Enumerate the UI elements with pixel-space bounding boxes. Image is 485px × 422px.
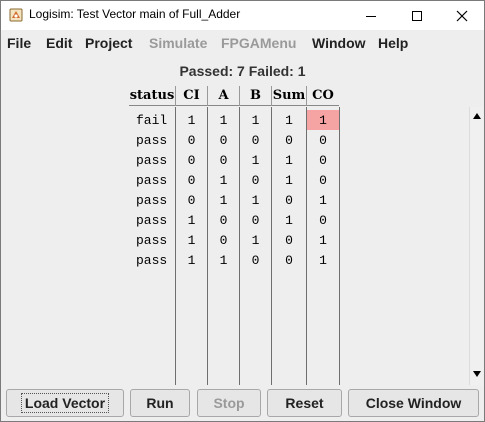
table-cell-co: 1 — [319, 252, 327, 268]
table-cell-ci: 0 — [187, 132, 196, 148]
stop-label: Stop — [213, 395, 245, 411]
table-cell-sum: 0 — [285, 132, 293, 148]
minimize-icon — [366, 15, 376, 17]
table-row: pass 0 0 1 1 0 — [129, 150, 339, 170]
table-cell-sum: 1 — [285, 172, 293, 188]
maximize-icon — [412, 10, 422, 21]
table-cell-sum: 0 — [285, 192, 293, 208]
table-cell-b: 1 — [251, 152, 260, 168]
table-cell-b: 1 — [251, 192, 260, 208]
minimize-button[interactable] — [348, 1, 394, 30]
table-cell-b: 1 — [251, 232, 260, 248]
table-cell-a: 0 — [219, 152, 228, 168]
table-body: fail 1 1 1 1 1 pass 0 0 0 0 0 pass 0 0 1 1 0 pass 0 1 0 1 0 pass… — [129, 107, 469, 385]
vertical-scrollbar[interactable] — [469, 107, 483, 385]
table-cell-b: 0 — [251, 252, 260, 268]
table-cell-a: 0 — [219, 212, 228, 228]
table-row: pass 1 1 0 0 1 — [129, 250, 339, 270]
menu-simulate[interactable]: Simulate — [149, 35, 207, 51]
table-cell-status: pass — [136, 252, 168, 268]
table-cell-ci: 1 — [187, 112, 196, 128]
window-title: Logisim: Test Vector main of Full_Adder — [29, 7, 241, 21]
table-cell-ci: 1 — [187, 212, 196, 228]
table-cell-status: pass — [136, 232, 168, 248]
table-cell-sum: 1 — [285, 112, 293, 128]
column-header-a[interactable]: A — [208, 86, 239, 106]
table-cell-sum: 0 — [285, 232, 293, 248]
table-cell-sum: 1 — [285, 152, 293, 168]
menu-file[interactable]: File — [7, 35, 31, 51]
load-vector-label: Load Vector — [20, 393, 110, 413]
column-header-status[interactable]: status — [129, 86, 175, 106]
table-cell-status: fail — [136, 112, 168, 128]
menu-project[interactable]: Project — [85, 35, 132, 51]
table-row: pass 1 0 1 0 1 — [129, 230, 339, 250]
table-cell-status: pass — [136, 192, 168, 208]
table-cell-a: 1 — [219, 252, 228, 268]
stop-button[interactable]: Stop — [197, 389, 261, 417]
scroll-down-arrow-icon[interactable] — [472, 367, 482, 381]
table-cell-b: 1 — [251, 112, 260, 128]
close-window-label: Close Window — [365, 395, 462, 411]
table-cell-b: 0 — [251, 212, 260, 228]
menu-edit[interactable]: Edit — [46, 35, 72, 51]
table-cell-ci: 1 — [187, 252, 196, 268]
reset-button[interactable]: Reset — [267, 389, 342, 417]
close-window-button[interactable]: Close Window — [348, 389, 479, 417]
table-cell-sum: 0 — [285, 252, 293, 268]
table-cell-b: 0 — [251, 172, 260, 188]
table-cell-a: 0 — [219, 132, 228, 148]
logisim-app-icon — [9, 8, 23, 22]
menu-fpgamenu[interactable]: FPGAMenu — [221, 35, 296, 51]
close-button[interactable] — [439, 1, 485, 30]
column-header-ci[interactable]: CI — [176, 86, 207, 106]
table-row: pass 1 0 0 1 0 — [129, 210, 339, 230]
table-cell-a: 0 — [219, 232, 228, 248]
close-icon — [456, 10, 468, 21]
table-cell-ci: 0 — [187, 172, 196, 188]
load-vector-button[interactable]: Load Vector — [6, 389, 124, 417]
test-vector-table: status CI A B Sum CO fail 1 1 1 1 1 pass 0 0 0 0 0 p… — [129, 86, 483, 385]
table-cell-a: 1 — [219, 112, 228, 128]
table-cell-co: 0 — [319, 172, 327, 188]
title-bar: Logisim: Test Vector main of Full_Adder — [1, 1, 484, 30]
table-cell-ci: 1 — [187, 232, 196, 248]
column-header-b[interactable]: B — [240, 86, 271, 106]
table-cell-co: 0 — [319, 152, 327, 168]
table-cell-status: pass — [136, 172, 168, 188]
table-cell-status: pass — [136, 152, 168, 168]
test-summary: Passed: 7 Failed: 1 — [179, 63, 306, 79]
menu-help[interactable]: Help — [378, 35, 408, 51]
column-header-co[interactable]: CO — [307, 86, 339, 106]
table-cell-status: pass — [136, 212, 168, 228]
table-cell-co: 1 — [307, 110, 339, 130]
menu-window[interactable]: Window — [312, 35, 366, 51]
table-cell-ci: 0 — [187, 152, 196, 168]
table-cell-sum: 1 — [285, 212, 293, 228]
scroll-up-arrow-icon[interactable] — [472, 109, 482, 123]
table-row: fail 1 1 1 1 1 — [129, 110, 339, 130]
table-row: pass 0 1 1 0 1 — [129, 190, 339, 210]
table-row: pass 0 1 0 1 0 — [129, 170, 339, 190]
maximize-button[interactable] — [394, 1, 440, 30]
table-cell-a: 1 — [219, 192, 228, 208]
button-bar: Load Vector Run Stop Reset Close Window — [1, 389, 484, 419]
table-cell-ci: 0 — [187, 192, 196, 208]
table-cell-b: 0 — [251, 132, 260, 148]
menu-bar: File Edit Project Simulate FPGAMenu Wind… — [1, 30, 484, 55]
table-row: pass 0 0 0 0 0 — [129, 130, 339, 150]
test-vector-window: Logisim: Test Vector main of Full_Adder … — [0, 0, 485, 422]
column-header-sum[interactable]: Sum — [272, 86, 306, 106]
reset-label: Reset — [285, 395, 324, 411]
table-cell-a: 1 — [219, 172, 228, 188]
table-cell-status: pass — [136, 132, 168, 148]
table-cell-co: 0 — [319, 212, 327, 228]
table-cell-co: 1 — [319, 192, 327, 208]
run-label: Run — [146, 395, 174, 411]
table-cell-co: 0 — [319, 132, 327, 148]
run-button[interactable]: Run — [130, 389, 190, 417]
table-cell-co: 1 — [319, 232, 327, 248]
